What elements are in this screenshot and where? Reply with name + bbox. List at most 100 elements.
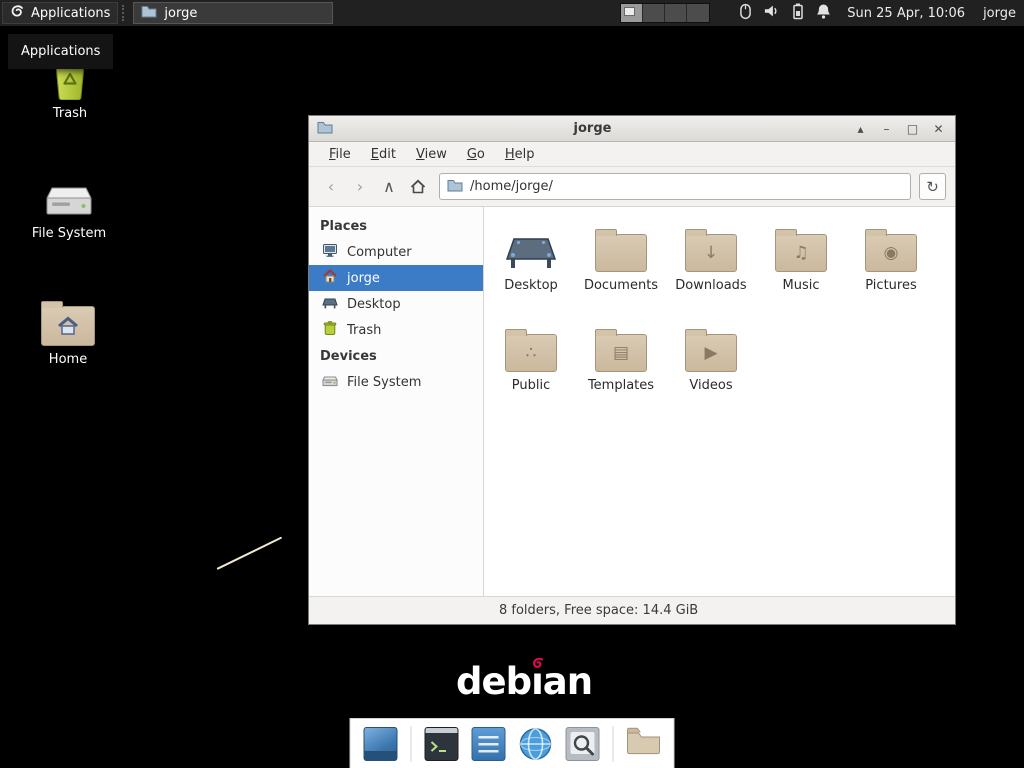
path-input[interactable] bbox=[470, 179, 903, 194]
file-item-desktop[interactable]: Desktop bbox=[486, 221, 576, 321]
trash-icon bbox=[322, 320, 338, 340]
notification-bell-icon[interactable] bbox=[816, 3, 831, 23]
window-folder-icon bbox=[317, 119, 333, 138]
web-browser-launcher-icon[interactable] bbox=[519, 727, 553, 761]
window-titlebar[interactable]: jorge ▴ – □ ✕ bbox=[309, 116, 955, 142]
workspace-3[interactable] bbox=[665, 4, 687, 22]
file-item-pictures[interactable]: ◉ Pictures bbox=[846, 221, 936, 321]
mouse-icon[interactable] bbox=[740, 3, 751, 24]
file-item-templates[interactable]: ▤ Templates bbox=[576, 321, 666, 421]
sidebar-item-label: jorge bbox=[347, 271, 380, 286]
file-item-music[interactable]: ♫ Music bbox=[756, 221, 846, 321]
application-finder-launcher-icon[interactable] bbox=[566, 727, 600, 761]
desktop-settings-launcher-icon[interactable] bbox=[364, 727, 398, 761]
menu-help[interactable]: Help bbox=[495, 144, 545, 165]
file-item-label: Templates bbox=[588, 378, 654, 393]
folder-icon: ♫ bbox=[775, 221, 827, 276]
file-item-documents[interactable]: Documents bbox=[576, 221, 666, 321]
top-panel: Applications jorge Sun 25 Apr, 10:06 jor… bbox=[0, 0, 1024, 26]
folder-icon: ◉ bbox=[865, 221, 917, 276]
desk-icon bbox=[504, 221, 558, 276]
folder-icon: ▶ bbox=[685, 321, 737, 376]
shade-button[interactable]: ▴ bbox=[852, 122, 869, 136]
toolbar: ‹ › ∧ ↻ bbox=[309, 167, 955, 207]
status-text: 8 folders, Free space: 14.4 GiB bbox=[499, 603, 698, 618]
side-pane: Places Computer jorge Desktop bbox=[309, 207, 484, 596]
workspace-1[interactable] bbox=[621, 4, 643, 22]
download-emblem-icon: ↓ bbox=[686, 235, 736, 271]
folder-icon: ▤ bbox=[595, 321, 647, 376]
panel-clock[interactable]: Sun 25 Apr, 10:06 bbox=[847, 6, 965, 21]
sidebar-item-file-system[interactable]: File System bbox=[309, 369, 483, 395]
volume-icon[interactable] bbox=[764, 3, 780, 23]
taskbar-folder-icon bbox=[141, 4, 157, 22]
workspace-2[interactable] bbox=[643, 4, 665, 22]
sidebar-item-jorge[interactable]: jorge bbox=[309, 265, 483, 291]
up-button[interactable]: ∧ bbox=[376, 174, 402, 200]
dock-separator bbox=[613, 726, 614, 762]
template-emblem-icon: ▤ bbox=[596, 335, 646, 371]
applications-menu-label: Applications bbox=[31, 6, 110, 21]
panel-username[interactable]: jorge bbox=[983, 6, 1016, 21]
logo-text: an bbox=[543, 660, 592, 703]
workspace-pager bbox=[620, 3, 710, 23]
folder-icon bbox=[595, 221, 647, 276]
file-item-label: Downloads bbox=[675, 278, 746, 293]
desktop-icon bbox=[322, 294, 338, 314]
logo-text: deb bbox=[456, 660, 531, 703]
video-emblem-icon: ▶ bbox=[686, 335, 736, 371]
camera-emblem-icon: ◉ bbox=[866, 235, 916, 271]
maximize-button[interactable]: □ bbox=[904, 122, 921, 136]
sidebar-item-computer[interactable]: Computer bbox=[309, 239, 483, 265]
menu-edit[interactable]: Edit bbox=[361, 144, 406, 165]
battery-icon[interactable] bbox=[793, 3, 803, 24]
sidebar-item-label: File System bbox=[347, 375, 421, 390]
bottom-dock bbox=[350, 718, 675, 768]
workspace-4[interactable] bbox=[687, 4, 709, 22]
menu-go[interactable]: Go bbox=[457, 144, 495, 165]
text-editor-launcher-icon[interactable] bbox=[472, 727, 506, 761]
applications-tooltip: Applications bbox=[8, 34, 113, 69]
sidebar-item-trash[interactable]: Trash bbox=[309, 317, 483, 343]
status-bar: 8 folders, Free space: 14.4 GiB bbox=[309, 596, 955, 624]
path-folder-icon bbox=[447, 177, 463, 196]
wallpaper-line-art bbox=[217, 537, 283, 570]
music-emblem-icon: ♫ bbox=[776, 235, 826, 271]
file-item-downloads[interactable]: ↓ Downloads bbox=[666, 221, 756, 321]
home-button[interactable] bbox=[405, 174, 431, 200]
file-view: Desktop Documents ↓ Downloads ♫ Music bbox=[484, 207, 955, 596]
drive-icon bbox=[45, 172, 93, 220]
folder-icon: ↓ bbox=[685, 221, 737, 276]
debian-swirl-icon bbox=[531, 657, 544, 671]
sidebar-item-label: Trash bbox=[347, 323, 381, 338]
file-item-public[interactable]: ∴ Public bbox=[486, 321, 576, 421]
folder-icon: ∴ bbox=[505, 321, 557, 376]
sidebar-item-desktop[interactable]: Desktop bbox=[309, 291, 483, 317]
applications-menu-button[interactable]: Applications bbox=[2, 2, 118, 24]
desktop-icon-file-system[interactable]: File System bbox=[25, 172, 113, 241]
reload-button[interactable]: ↻ bbox=[919, 173, 946, 200]
minimize-button[interactable]: – bbox=[878, 122, 895, 136]
desktop-icon-label: Home bbox=[49, 352, 87, 367]
taskbar-window-button[interactable]: jorge bbox=[133, 2, 333, 24]
terminal-launcher-icon[interactable] bbox=[425, 727, 459, 761]
back-button[interactable]: ‹ bbox=[318, 174, 344, 200]
devices-heading: Devices bbox=[309, 343, 483, 369]
places-heading: Places bbox=[309, 213, 483, 239]
desktop-icon-home[interactable]: Home bbox=[24, 298, 112, 367]
debian-logo: debıan bbox=[456, 660, 592, 703]
close-button[interactable]: ✕ bbox=[930, 122, 947, 136]
menu-view[interactable]: View bbox=[406, 144, 457, 165]
window-title: jorge bbox=[333, 121, 852, 136]
forward-button[interactable]: › bbox=[347, 174, 373, 200]
file-item-label: Documents bbox=[584, 278, 658, 293]
drive-icon bbox=[322, 372, 338, 392]
menu-file[interactable]: File bbox=[319, 144, 361, 165]
sidebar-item-label: Desktop bbox=[347, 297, 401, 312]
file-manager-launcher-icon[interactable] bbox=[627, 727, 661, 761]
menu-bar: File Edit View Go Help bbox=[309, 142, 955, 167]
computer-icon bbox=[322, 242, 338, 262]
location-bar[interactable] bbox=[439, 173, 911, 200]
file-manager-window: jorge ▴ – □ ✕ File Edit View Go Help ‹ ›… bbox=[308, 115, 956, 625]
file-item-videos[interactable]: ▶ Videos bbox=[666, 321, 756, 421]
